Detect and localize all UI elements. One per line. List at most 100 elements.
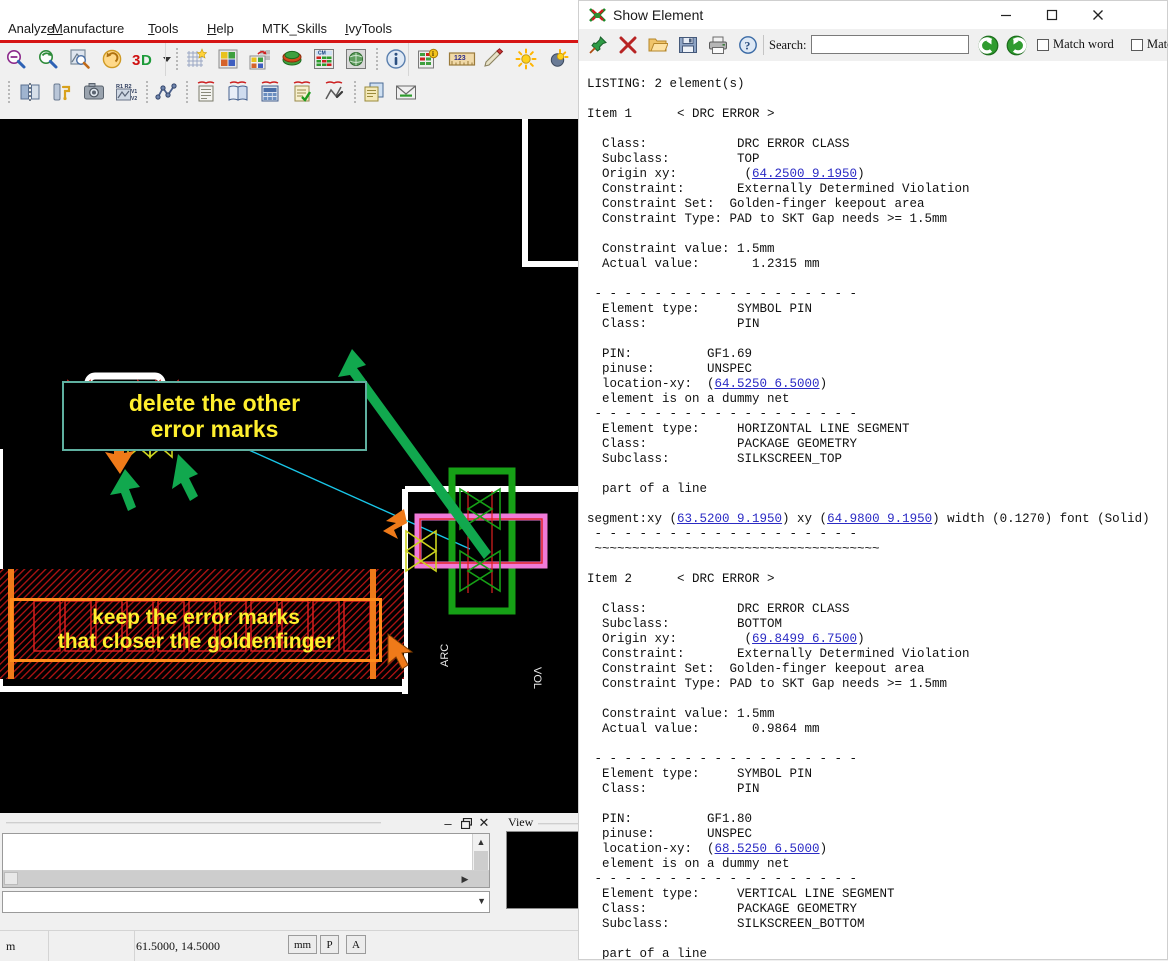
status-units-button[interactable]: mm xyxy=(288,935,318,954)
menu-item-mtk-skills[interactable]: MTK_Skills xyxy=(262,20,327,38)
status-a-button[interactable]: A xyxy=(346,935,366,954)
match-word-checkbox-box[interactable] xyxy=(1037,38,1049,51)
svg-text:?: ? xyxy=(744,39,750,53)
net-schedule-icon[interactable] xyxy=(152,79,180,105)
arrow-right-icon[interactable] xyxy=(1003,32,1029,58)
signal-analysis-icon[interactable] xyxy=(320,79,348,105)
save-icon[interactable] xyxy=(675,32,701,58)
undo-icon[interactable] xyxy=(98,46,126,72)
open-folder-icon[interactable] xyxy=(645,32,671,58)
callout-keep-line-2: that closer the goldenfinger xyxy=(57,630,335,653)
command-input-dropdown-icon[interactable]: ▼ xyxy=(477,896,486,906)
color-palette-icon[interactable] xyxy=(214,46,242,72)
command-panel-titlebar: – ✕ xyxy=(0,813,496,833)
status-coordinates: 61.5000, 14.5000 xyxy=(136,939,220,953)
callout-delete-line-1: delete the other xyxy=(128,389,301,416)
menu-item-ivytools[interactable]: IvyTools xyxy=(345,20,392,38)
callout-keep: keep the error marks that closer the gol… xyxy=(10,598,382,662)
menu-item-analyze[interactable]: Analyze xyxy=(8,20,54,38)
shadow-render-icon[interactable] xyxy=(278,46,306,72)
help-icon[interactable]: ? xyxy=(735,32,761,58)
callout-delete-line-2: error marks xyxy=(150,416,279,442)
arc-label: ARC xyxy=(439,644,451,667)
dehighlight-icon[interactable] xyxy=(512,46,540,72)
svg-text:V2: V2 xyxy=(131,96,137,102)
print-icon[interactable] xyxy=(705,32,731,58)
mirror-icon[interactable] xyxy=(16,79,44,105)
spread-between-voltage-icon[interactable]: R1 R2 V1 V2 xyxy=(112,79,140,105)
info-icon[interactable] xyxy=(382,46,410,72)
show-element-listing-body[interactable]: LISTING: 2 element(s) Item 1 < DRC ERROR… xyxy=(579,61,1167,959)
show-element-titlebar[interactable]: Show Element xyxy=(579,1,1167,29)
pcb-canvas[interactable]: ARC VOL delete the other error marks kee… xyxy=(0,119,580,813)
3d-view-icon[interactable]: 3D xyxy=(130,46,164,72)
pcb-artwork: ARC VOL xyxy=(0,119,580,813)
slide-icon[interactable] xyxy=(48,79,76,105)
world-view-title: View xyxy=(508,815,534,829)
zoom-out-icon[interactable] xyxy=(2,46,30,72)
match-word-checkbox[interactable]: Match word xyxy=(1037,37,1114,52)
copy-note-icon[interactable] xyxy=(360,79,388,105)
svg-text:D: D xyxy=(141,52,152,69)
command-panel: – ✕ ▲ ▼ ▶ ▼ xyxy=(0,813,496,930)
scroll-up-icon[interactable]: ▲ xyxy=(473,834,489,850)
3d-view-dropdown-icon[interactable] xyxy=(160,46,174,72)
command-output-hscrollbar[interactable]: ▶ xyxy=(3,870,489,887)
command-input[interactable]: ▼ xyxy=(2,891,490,913)
world-view-title-rule xyxy=(538,823,580,825)
show-element-close-button[interactable] xyxy=(1075,1,1121,29)
element-properties-icon[interactable]: i xyxy=(414,46,442,72)
email-icon[interactable] xyxy=(392,79,420,105)
subclass-visibility-icon[interactable] xyxy=(246,46,274,72)
global-visibility-icon[interactable] xyxy=(342,46,370,72)
element-listing-text: LISTING: 2 element(s) Item 1 < DRC ERROR… xyxy=(587,76,1150,960)
status-bar: m 61.5000, 14.5000 mm P A xyxy=(0,930,580,961)
menu-item-help[interactable]: Help xyxy=(207,20,234,38)
svg-text:123: 123 xyxy=(454,55,466,62)
menu-item-tools[interactable]: Tools xyxy=(148,20,178,38)
checklist-icon[interactable] xyxy=(288,79,316,105)
status-p-button[interactable]: P xyxy=(320,935,339,954)
close-x-icon[interactable] xyxy=(615,32,641,58)
open-book-icon[interactable] xyxy=(224,79,252,105)
svg-text:CM: CM xyxy=(318,51,326,57)
drc-report-icon[interactable] xyxy=(256,79,284,105)
search-input[interactable] xyxy=(811,35,969,54)
svg-text:i: i xyxy=(432,50,434,58)
shadow-toggle-icon[interactable] xyxy=(544,46,572,72)
measure-icon[interactable]: 123 xyxy=(446,46,478,72)
report-icon[interactable] xyxy=(192,79,220,105)
show-element-toolbar: ? Search: Match word Match cas xyxy=(579,29,1168,62)
show-element-title-text: Show Element xyxy=(613,7,704,23)
vol-label: VOL xyxy=(531,667,543,689)
hscroll-thumb[interactable] xyxy=(4,872,18,885)
show-element-maximize-button[interactable] xyxy=(1029,1,1075,29)
zoom-fit-icon[interactable] xyxy=(66,46,94,72)
show-element-window: Show Element ? Search: Match word Mat LI… xyxy=(578,0,1168,960)
menu-item-manufacture[interactable]: Manufacture xyxy=(52,20,124,38)
match-case-checkbox[interactable]: Match cas xyxy=(1131,37,1168,52)
match-case-label: Match cas xyxy=(1147,37,1168,51)
command-panel-close-button[interactable]: ✕ xyxy=(476,815,492,831)
callout-keep-line-1: keep the error marks xyxy=(92,605,300,629)
app-logo-icon xyxy=(589,7,606,27)
grid-toggle-icon[interactable] xyxy=(182,46,210,72)
world-view-thumbnail[interactable] xyxy=(506,831,580,909)
show-element-minimize-button[interactable] xyxy=(983,1,1029,29)
arrow-left-icon[interactable] xyxy=(975,32,1001,58)
scroll-right-icon[interactable]: ▶ xyxy=(457,871,473,887)
snapshot-icon[interactable] xyxy=(80,79,108,105)
command-output-area[interactable]: ▲ ▼ ▶ xyxy=(2,833,490,888)
pin-icon[interactable] xyxy=(585,32,611,58)
constraint-manager-icon[interactable]: CM xyxy=(310,46,338,72)
match-word-label: Match word xyxy=(1053,37,1114,51)
match-case-checkbox-box[interactable] xyxy=(1131,38,1143,51)
command-panel-minimize-button[interactable]: – xyxy=(440,815,456,831)
command-panel-restore-button[interactable] xyxy=(458,815,474,831)
search-label: Search: xyxy=(769,38,807,52)
zoom-in-icon[interactable] xyxy=(34,46,62,72)
svg-text:V1: V1 xyxy=(131,89,137,95)
highlight-icon[interactable] xyxy=(480,46,508,72)
svg-text:3: 3 xyxy=(132,52,140,69)
world-view-panel: View xyxy=(502,813,580,930)
